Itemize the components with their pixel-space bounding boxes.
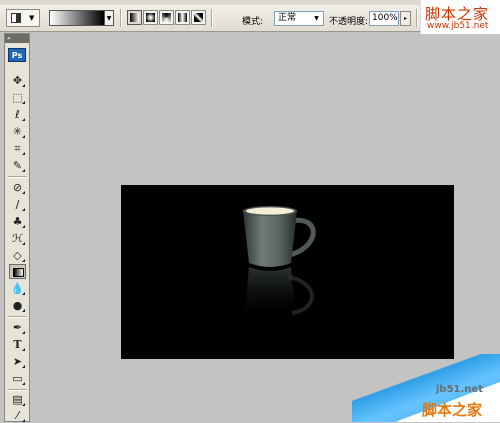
watermark-cn: 脚本之家 <box>422 401 483 419</box>
tool-preset-picker[interactable]: ▼ <box>6 9 40 27</box>
divider <box>120 9 122 27</box>
marquee-tool-icon[interactable]: ⬚ <box>9 90 26 105</box>
ps-logo[interactable]: Ps <box>8 48 26 62</box>
watermark-site: jb51.net <box>436 384 483 395</box>
healing-brush-tool-icon[interactable]: ⊘ <box>9 180 26 195</box>
reflected-gradient-button[interactable] <box>175 10 190 25</box>
document-canvas[interactable] <box>121 185 454 359</box>
crop-tool-icon[interactable]: ⌗ <box>9 141 26 156</box>
opacity-label: 不透明度: <box>329 17 369 27</box>
divider <box>8 389 27 391</box>
toolbox-grip[interactable]: » <box>5 34 29 43</box>
opacity-value: 100% <box>372 13 398 23</box>
history-brush-tool-icon[interactable]: ℋ <box>9 231 26 246</box>
dodge-tool-icon[interactable]: ● <box>9 298 26 313</box>
gradient-picker-dropdown[interactable]: ▼ <box>105 10 114 26</box>
rectangle-tool-icon[interactable]: ▭ <box>9 371 26 386</box>
diamond-gradient-button[interactable] <box>191 10 206 25</box>
opacity-slider-button[interactable]: ▸ <box>400 11 411 26</box>
watermark-url: www.jb51.net <box>427 21 489 31</box>
diamond-gradient-icon <box>194 13 203 22</box>
type-tool-icon[interactable]: T <box>9 337 26 352</box>
eyedropper-tool-icon[interactable]: ⁄ <box>9 408 26 423</box>
slice-tool-icon[interactable]: ✎ <box>9 158 26 173</box>
watermark-bottom: jb51.net 脚本之家 <box>352 354 500 422</box>
cup-image <box>243 206 316 321</box>
path-selection-tool-icon[interactable]: ➤ <box>9 354 26 369</box>
gradient-tool-icon <box>11 13 21 23</box>
clone-stamp-tool-icon[interactable]: ♣ <box>9 214 26 229</box>
watermark-top: 脚本之家 www.jb51.net <box>420 0 500 34</box>
chevron-down-icon: ▼ <box>29 14 35 22</box>
blur-tool-icon[interactable]: 💧 <box>9 281 26 296</box>
opacity-input[interactable]: 100% <box>369 11 399 26</box>
move-tool-icon[interactable]: ✥ <box>9 73 26 88</box>
chevron-down-icon: ▼ <box>314 15 319 22</box>
magic-wand-tool-icon[interactable]: ✳ <box>9 124 26 139</box>
lasso-tool-icon[interactable]: ℓ <box>9 107 26 122</box>
divider <box>8 316 27 318</box>
reflected-gradient-icon <box>178 13 187 22</box>
divider <box>8 176 27 178</box>
eraser-tool-icon[interactable]: ◇ <box>9 248 26 263</box>
notes-tool-icon[interactable]: ▤ <box>9 392 26 407</box>
mode-label: 模式: <box>242 17 264 27</box>
linear-gradient-icon <box>130 13 139 22</box>
divider <box>416 9 418 27</box>
radial-gradient-button[interactable] <box>143 10 158 25</box>
brush-tool-icon[interactable]: ∕ <box>9 197 26 212</box>
angle-gradient-icon <box>162 13 171 22</box>
pen-tool-icon[interactable]: ✒ <box>9 320 26 335</box>
gradient-preview[interactable] <box>49 10 105 26</box>
divider <box>211 9 213 27</box>
angle-gradient-button[interactable] <box>159 10 174 25</box>
linear-gradient-button[interactable] <box>127 10 142 25</box>
mode-select[interactable]: 正常 ▼ <box>274 11 324 26</box>
mode-value: 正常 <box>278 13 297 23</box>
gradient-tool-icon[interactable] <box>9 264 26 279</box>
radial-gradient-icon <box>146 13 155 22</box>
toolbox: » Ps ✥ ⬚ ℓ ✳ ⌗ ✎ ⊘ ∕ ♣ ℋ ◇ 💧 ● ✒ T ➤ ▭ ▤… <box>4 33 30 422</box>
